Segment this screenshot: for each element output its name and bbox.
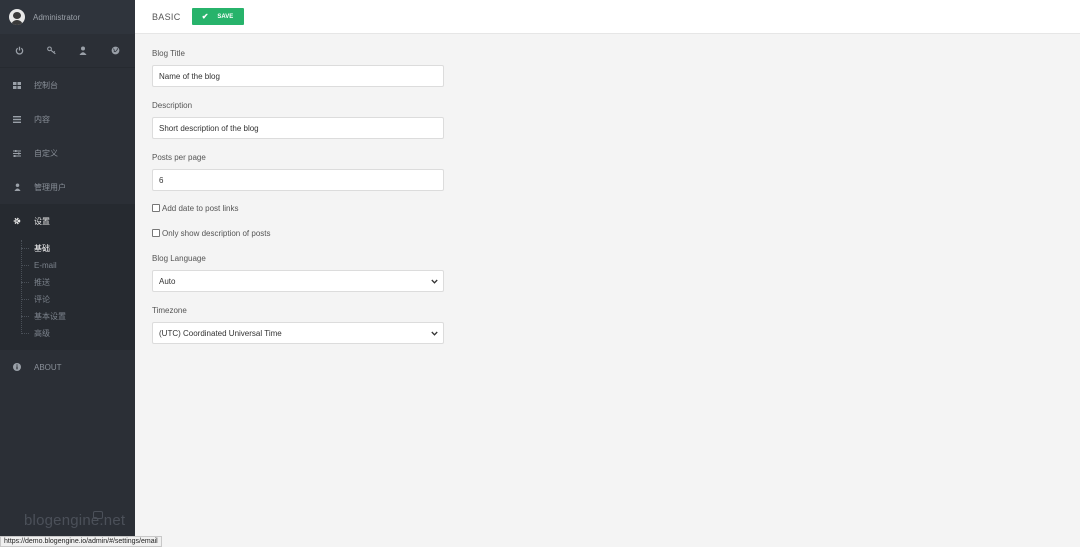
language-select[interactable]: Auto xyxy=(152,270,444,292)
settings-form: Blog Title Name of the blog Description … xyxy=(152,47,444,344)
menu-customize[interactable]: 自定义 xyxy=(0,136,135,170)
chevron-down-icon xyxy=(431,329,438,338)
posts-per-page-value: 6 xyxy=(159,175,164,185)
menu-users[interactable]: 管理用户 xyxy=(0,170,135,204)
brand-logo-mark xyxy=(93,511,103,519)
menu-label: 内容 xyxy=(34,114,50,124)
only-description-label: Only show description of posts xyxy=(162,228,271,238)
blog-title-label: Blog Title xyxy=(152,49,185,58)
add-date-checkbox[interactable] xyxy=(152,204,160,212)
posts-per-page-input[interactable]: 6 xyxy=(152,169,444,191)
users-icon xyxy=(12,183,22,191)
dashboard-icon xyxy=(12,81,22,89)
chevron-down-icon xyxy=(431,277,438,286)
description-value: Short description of the blog xyxy=(159,123,259,133)
menu-label: 设置 xyxy=(34,216,50,226)
menu-content[interactable]: 内容 xyxy=(0,102,135,136)
add-date-option[interactable]: Add date to post links xyxy=(152,201,444,215)
gear-icon xyxy=(12,217,22,225)
timezone-label: Timezone xyxy=(152,306,187,315)
blog-title-value: Name of the blog xyxy=(159,71,220,81)
save-button-label: SAVE xyxy=(217,13,234,20)
menu-label: 管理用户 xyxy=(34,182,66,192)
power-icon[interactable] xyxy=(14,45,26,57)
info-icon xyxy=(12,363,22,371)
timezone-value: (UTC) Coordinated Universal Time xyxy=(159,328,282,338)
check-icon: ✔ xyxy=(201,12,209,21)
page-title: BASIC xyxy=(152,11,181,22)
description-label: Description xyxy=(152,101,193,110)
menu-about[interactable]: ABOUT xyxy=(0,350,135,384)
timezone-select[interactable]: (UTC) Coordinated Universal Time xyxy=(152,322,444,344)
customize-icon xyxy=(12,149,22,157)
menu-settings[interactable]: 设置 xyxy=(0,204,135,238)
header-bar: BASIC ✔ SAVE xyxy=(135,0,1080,34)
globe-icon[interactable] xyxy=(109,45,121,57)
menu-label: 控制台 xyxy=(34,80,58,90)
language-label: Blog Language xyxy=(152,254,206,263)
only-description-option[interactable]: Only show description of posts xyxy=(152,226,444,240)
quick-actions xyxy=(0,34,135,68)
user-icon[interactable] xyxy=(77,45,89,57)
avatar[interactable] xyxy=(9,9,25,25)
only-description-checkbox[interactable] xyxy=(152,229,160,237)
sidebar: Administrator 控制台 内容 自定义 管理用户 设置 基础 E-ma… xyxy=(0,0,135,547)
save-button[interactable]: ✔ SAVE xyxy=(191,8,244,25)
add-date-label: Add date to post links xyxy=(162,203,239,213)
user-name[interactable]: Administrator xyxy=(33,13,80,22)
menu-dashboard[interactable]: 控制台 xyxy=(0,68,135,102)
brand-logo: blogengine.net xyxy=(24,512,126,529)
status-bar-url: https://demo.blogengine.io/admin/#/setti… xyxy=(0,536,162,547)
menu-label: 自定义 xyxy=(34,148,58,158)
language-value: Auto xyxy=(159,276,176,286)
submenu-tree-line xyxy=(21,240,22,332)
posts-per-page-label: Posts per page xyxy=(152,153,206,162)
description-input[interactable]: Short description of the blog xyxy=(152,117,444,139)
key-icon[interactable] xyxy=(46,45,58,57)
user-panel[interactable]: Administrator xyxy=(0,0,135,34)
blog-title-input[interactable]: Name of the blog xyxy=(152,65,444,87)
menu-label: ABOUT xyxy=(34,362,62,372)
content-icon xyxy=(12,115,22,123)
